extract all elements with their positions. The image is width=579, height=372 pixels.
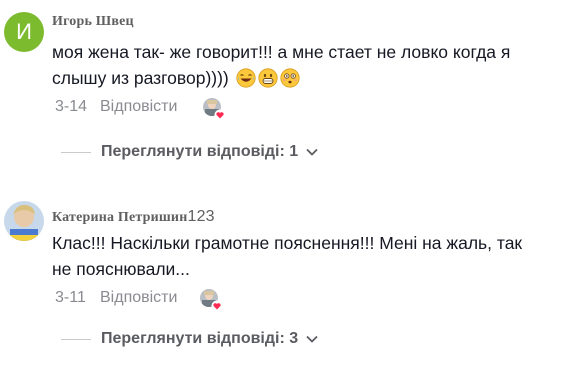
comment-meta: 3-11 Відповісти xyxy=(55,289,177,307)
view-replies-label: Переглянути відповіді: 3 xyxy=(101,330,299,347)
reply-button[interactable]: Відповісти xyxy=(100,98,177,116)
comment-text-line: Клас!!! Наскільки грамотне пояснення!!! … xyxy=(52,233,523,253)
view-replies-label: Переглянути відповіді: 1 xyxy=(101,143,299,160)
comment-text: Клас!!! Наскільки грамотне пояснення!!! … xyxy=(52,230,572,282)
comment-text-line: слышу из разговор)))) xyxy=(52,68,229,88)
grinning-emoji-icon xyxy=(258,68,278,88)
avatar[interactable]: И xyxy=(4,12,44,52)
comment-text-line: моя жена так- же говорит!!! а мне стает … xyxy=(52,42,511,62)
username[interactable]: Катерина Петришин123 xyxy=(52,208,215,226)
view-replies-button[interactable]: Переглянути відповіді: 3 xyxy=(61,330,318,348)
chevron-down-icon xyxy=(306,335,318,343)
divider xyxy=(61,338,91,340)
flushed-emoji-icon xyxy=(280,68,300,88)
laughing-emoji-icon xyxy=(236,68,256,88)
username-name: Катерина Петришин xyxy=(52,210,188,225)
username-digits: 123 xyxy=(187,208,215,225)
comment-item: Катерина Петришин123 Клас!!! Наскільки г… xyxy=(0,180,579,372)
comment-text-line: не пояснювали... xyxy=(52,259,190,279)
creator-liked-heart-icon xyxy=(203,98,226,121)
reply-button[interactable]: Відповісти xyxy=(100,289,177,307)
chevron-down-icon xyxy=(306,148,318,156)
comment-item: И Игорь Швец моя жена так- же говорит!!!… xyxy=(0,0,579,180)
avatar[interactable] xyxy=(4,201,44,241)
username[interactable]: Игорь Швец xyxy=(52,14,134,30)
comment-meta: 3-14 Відповісти xyxy=(55,98,177,116)
comment-date: 3-11 xyxy=(55,289,86,306)
comment-text: моя жена так- же говорит!!! а мне стает … xyxy=(52,39,572,91)
comment-date: 3-14 xyxy=(55,98,88,115)
divider xyxy=(61,151,91,153)
user-photo-icon xyxy=(4,201,44,241)
creator-liked-heart-icon xyxy=(200,289,223,312)
view-replies-button[interactable]: Переглянути відповіді: 1 xyxy=(61,143,318,161)
